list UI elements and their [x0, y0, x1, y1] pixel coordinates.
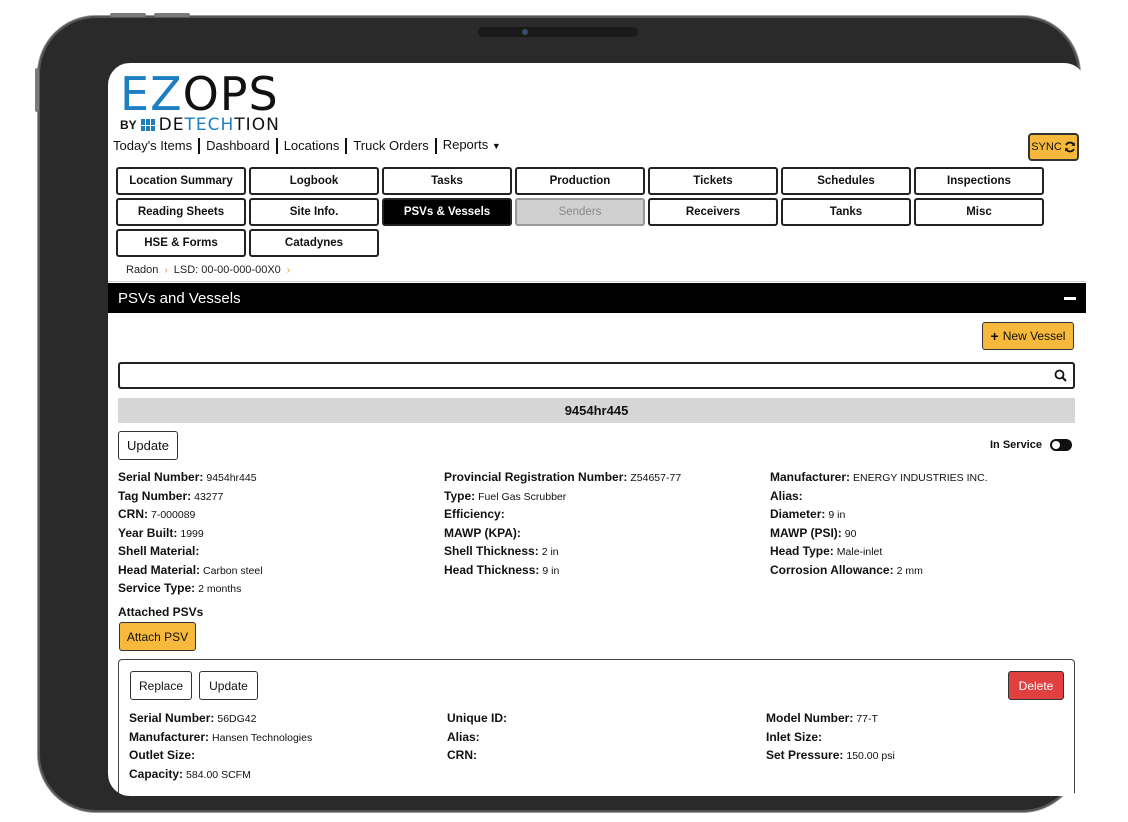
psv-field-manufacturer: Manufacturer: Hansen Technologies — [129, 729, 313, 744]
top-navigation: Today's Items Dashboard Locations Truck … — [113, 137, 507, 154]
tablet-top-button-1 — [110, 13, 146, 17]
tab-schedules[interactable]: Schedules — [781, 167, 911, 195]
sync-button[interactable]: SYNC — [1028, 133, 1079, 161]
field-year-built: Year Built: 1999 — [118, 525, 204, 540]
tab-psvs-vessels[interactable]: PSVs & Vessels — [382, 198, 512, 226]
field-shell-material: Shell Material: — [118, 544, 200, 558]
in-service-toggle[interactable] — [1049, 439, 1072, 451]
field-service-type: Service Type: 2 months — [118, 581, 242, 595]
psv-field-inlet-size: Inlet Size: — [766, 729, 823, 744]
nav-truck-orders[interactable]: Truck Orders — [347, 137, 437, 154]
field-corrosion-allowance: Corrosion Allowance: 2 mm — [770, 562, 923, 577]
tablet-top-button-2 — [154, 13, 190, 17]
section-header: PSVs and Vessels — [108, 283, 1086, 313]
sync-icon — [1064, 141, 1075, 153]
field-type: Type: Fuel Gas Scrubber — [444, 488, 567, 503]
ezops-logo[interactable]: EZOPS BY DETECHTION — [120, 67, 320, 135]
chevron-right-icon: › — [164, 264, 168, 276]
field-efficiency: Efficiency: — [444, 507, 505, 521]
vessel-title-bar: 9454hr445 — [118, 398, 1075, 423]
in-service-label: In Service — [990, 439, 1042, 451]
psv-replace-button[interactable]: Replace — [130, 671, 192, 700]
psv-field-outlet-size: Outlet Size: — [129, 748, 196, 762]
logo-subtitle: BY DETECHTION — [120, 115, 280, 135]
logo-wordmark: EZOPS — [120, 67, 279, 121]
search-icon[interactable] — [1054, 369, 1067, 382]
nav-locations[interactable]: Locations — [278, 137, 348, 154]
tab-hse-forms[interactable]: HSE & Forms — [116, 229, 246, 257]
caret-down-icon: ▼ — [491, 141, 501, 151]
section-title: PSVs and Vessels — [118, 289, 241, 307]
tab-catadynes[interactable]: Catadynes — [249, 229, 379, 257]
new-vessel-button[interactable]: + New Vessel — [982, 322, 1074, 350]
field-shell-thickness: Shell Thickness: 2 in — [444, 544, 559, 558]
attach-psv-button[interactable]: Attach PSV — [119, 622, 196, 651]
psv-field-set-pressure: Set Pressure: 150.00 psi — [766, 748, 895, 762]
psv-card: Replace Update Delete Serial Number: 56DG… — [118, 659, 1075, 796]
tab-tanks[interactable]: Tanks — [781, 198, 911, 226]
psv-field-alias: Alias: — [447, 729, 480, 744]
in-service-toggle-group: In Service — [990, 439, 1072, 451]
tab-receivers[interactable]: Receivers — [648, 198, 778, 226]
detechtion-grid-icon — [140, 119, 155, 131]
breadcrumb-lsd[interactable]: LSD: 00-00-000-00X0 — [174, 264, 281, 276]
search-box — [118, 362, 1075, 389]
tablet-frame: EZOPS BY DETECHTION Today's Items Dashbo… — [35, 13, 1086, 812]
plus-icon: + — [990, 328, 999, 344]
psv-delete-button[interactable]: Delete — [1008, 671, 1064, 700]
tab-senders[interactable]: Senders — [515, 198, 645, 226]
collapse-icon[interactable] — [1064, 296, 1076, 300]
tab-tasks[interactable]: Tasks — [382, 167, 512, 195]
breadcrumb-location[interactable]: Radon — [126, 264, 158, 276]
tab-tickets[interactable]: Tickets — [648, 167, 778, 195]
field-provincial-registration: Provincial Registration Number: Z54657-77 — [444, 470, 682, 484]
attached-psvs-label: Attached PSVs — [118, 605, 204, 619]
tab-production[interactable]: Production — [515, 167, 645, 195]
field-head-type: Head Type: Male-inlet — [770, 544, 883, 558]
field-alias: Alias: — [770, 488, 803, 503]
nav-todays-items[interactable]: Today's Items — [113, 137, 201, 154]
camera-bar — [478, 27, 638, 37]
tab-reading-sheets[interactable]: Reading Sheets — [116, 198, 246, 226]
field-crn: CRN: 7-000089 — [118, 507, 196, 521]
psv-field-crn: CRN: — [447, 748, 477, 762]
psv-field-serial-number: Serial Number: 56DG42 — [129, 711, 257, 725]
tab-site-info[interactable]: Site Info. — [249, 198, 379, 226]
search-input[interactable] — [124, 366, 1044, 385]
psv-update-button[interactable]: Update — [199, 671, 258, 700]
chevron-right-icon: › — [286, 264, 291, 276]
divider — [108, 281, 1086, 282]
field-head-material: Head Material: Carbon steel — [118, 562, 263, 577]
field-mawp-psi: MAWP (PSI): 90 — [770, 525, 857, 540]
field-diameter: Diameter: 9 in — [770, 507, 846, 521]
nav-reports[interactable]: Reports ▼ — [437, 137, 507, 154]
breadcrumb: Radon › LSD: 00-00-000-00X0 › — [126, 264, 290, 276]
field-manufacturer: Manufacturer: ENERGY INDUSTRIES INC. — [770, 470, 988, 484]
psv-field-capacity: Capacity: 584.00 SCFM — [129, 766, 251, 781]
tab-location-summary[interactable]: Location Summary — [116, 167, 246, 195]
field-tag-number: Tag Number: 43277 — [118, 488, 224, 503]
camera-icon — [522, 29, 528, 35]
field-mawp-kpa: MAWP (KPA): — [444, 525, 521, 540]
field-head-thickness: Head Thickness: 9 in — [444, 562, 560, 577]
tablet-side-button — [35, 68, 39, 112]
field-serial-number: Serial Number: 9454hr445 — [118, 470, 257, 484]
nav-dashboard[interactable]: Dashboard — [200, 137, 278, 154]
app-screen: EZOPS BY DETECHTION Today's Items Dashbo… — [108, 63, 1086, 796]
vessel-update-button[interactable]: Update — [118, 431, 178, 460]
psv-field-model-number: Model Number: 77-T — [766, 711, 878, 725]
psv-field-unique-id: Unique ID: — [447, 711, 507, 725]
tab-logbook[interactable]: Logbook — [249, 167, 379, 195]
tab-misc[interactable]: Misc — [914, 198, 1044, 226]
tab-inspections[interactable]: Inspections — [914, 167, 1044, 195]
